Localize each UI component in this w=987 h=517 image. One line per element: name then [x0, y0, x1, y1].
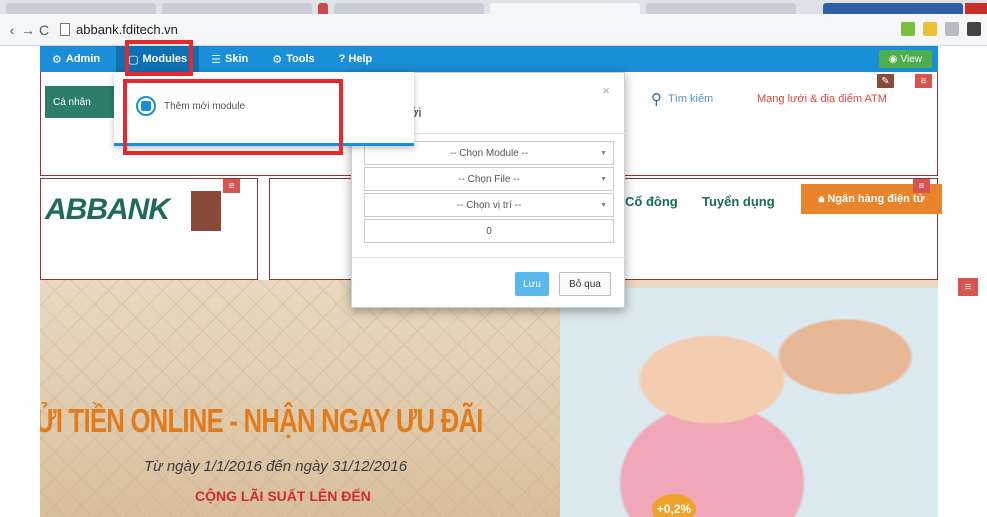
- hero-banner[interactable]: GỬI TIỀN ONLINE - NHẬN NGAY ƯU ĐÃI Từ ng…: [40, 280, 938, 517]
- search-link[interactable]: ⚲ Tìm kiếm: [651, 90, 713, 108]
- help-label: ? Help: [338, 53, 373, 65]
- shareholders-link[interactable]: Cổ đông: [625, 194, 678, 209]
- help-button[interactable]: ? Help: [327, 46, 385, 72]
- chevron-down-icon: ▼: [600, 176, 607, 183]
- banner-pattern: [40, 280, 580, 517]
- list-icon: ☰: [211, 53, 222, 66]
- page-icon: [60, 23, 70, 36]
- highlight-add-module-item: [123, 79, 343, 155]
- ebank-label: Ngân hàng điện tử: [827, 193, 925, 205]
- admin-button[interactable]: ⚙ Admin: [40, 46, 112, 72]
- browser-tab[interactable]: [6, 3, 156, 14]
- module-select-value: -- Chọn Module --: [449, 147, 529, 159]
- skin-label: Skin: [225, 53, 249, 65]
- pane-menu-icon[interactable]: ≡: [223, 179, 240, 193]
- admin-label: Admin: [65, 53, 101, 65]
- search-label: Tìm kiếm: [668, 93, 714, 105]
- extension-icon[interactable]: [901, 22, 915, 36]
- tools-label: Tools: [286, 53, 315, 65]
- browser-tab-strip: [0, 0, 987, 14]
- taskbar-window[interactable]: [823, 3, 963, 14]
- close-icon[interactable]: ×: [602, 83, 610, 98]
- order-input[interactable]: 0: [364, 219, 614, 243]
- url-text: abbank.fditech.vn: [76, 22, 178, 37]
- edit-icon[interactable]: ✎: [877, 74, 894, 88]
- view-label: View: [900, 53, 923, 65]
- search-icon: ⚲: [651, 91, 662, 108]
- chevron-down-icon: ▼: [600, 202, 607, 209]
- back-icon[interactable]: ‹: [4, 22, 20, 38]
- dialog-divider: [352, 257, 626, 258]
- chevron-down-icon: ▼: [600, 150, 607, 157]
- file-select[interactable]: -- Chọn File -- ▼: [364, 167, 614, 191]
- banner-rate-text: CỘNG LÃI SUẤT LÊN ĐẾN: [195, 488, 371, 504]
- star-icon[interactable]: [923, 22, 937, 36]
- tools-button[interactable]: ⚙ Tools: [260, 46, 326, 72]
- eye-icon: ◉: [888, 53, 898, 65]
- forward-icon[interactable]: →: [20, 22, 36, 38]
- screenshot-root: ‹ → C abbank.fditech.vn ⚙ Admin ▢ Modules …: [0, 0, 987, 517]
- gear-icon: ⚙: [52, 53, 62, 66]
- browser-tab-active[interactable]: [490, 3, 640, 14]
- logo-pane: ABBANK ≡: [40, 178, 258, 280]
- banner-subtitle: Từ ngày 1/1/2016 đến ngày 31/12/2016: [144, 458, 408, 475]
- browser-tab[interactable]: [162, 3, 312, 14]
- position-select[interactable]: -- Chọn vị trí -- ▼: [364, 193, 614, 217]
- atm-link[interactable]: Mạng lưới & địa điểm ATM: [757, 93, 887, 105]
- highlight-modules-button: [125, 40, 193, 76]
- bank-logo[interactable]: ABBANK: [45, 193, 170, 227]
- extension-icons: [901, 22, 981, 36]
- cogs-icon: ⚙: [272, 53, 283, 66]
- address-field[interactable]: abbank.fditech.vn: [60, 22, 178, 37]
- personal-tab[interactable]: Cá nhân: [45, 86, 111, 118]
- cancel-button[interactable]: Bỏ qua: [559, 272, 611, 296]
- extension-icon[interactable]: [967, 22, 981, 36]
- position-select-value: -- Chọn vị trí --: [456, 199, 522, 211]
- skin-button[interactable]: ☰ Skin: [199, 46, 260, 72]
- save-button[interactable]: Lưu: [515, 272, 549, 296]
- reload-icon[interactable]: C: [36, 22, 52, 38]
- pane-menu-icon[interactable]: ≡: [958, 278, 978, 296]
- pane-menu-icon[interactable]: ≡: [913, 179, 930, 193]
- lock-icon: 🔒︎: [818, 192, 828, 205]
- banner-family-photo: [560, 288, 938, 517]
- extension-icon[interactable]: [945, 22, 959, 36]
- browser-tab[interactable]: [334, 3, 484, 14]
- recruitment-link[interactable]: Tuyển dụng: [702, 194, 775, 209]
- banner-title: GỬI TIỀN ONLINE - NHẬN NGAY ƯU ĐÃI: [40, 402, 483, 439]
- window-close-button[interactable]: [965, 3, 987, 14]
- banner-rate-badge: +0,2%: [652, 494, 696, 517]
- pane-menu-icon[interactable]: ≡: [915, 74, 932, 88]
- view-button[interactable]: ◉ View: [878, 50, 932, 68]
- logo-edit-handle[interactable]: [191, 191, 221, 231]
- order-input-value: 0: [486, 225, 492, 237]
- browser-tab[interactable]: [646, 3, 796, 14]
- browser-tab-favicon[interactable]: [318, 3, 328, 14]
- file-select-value: -- Chọn File --: [458, 173, 520, 185]
